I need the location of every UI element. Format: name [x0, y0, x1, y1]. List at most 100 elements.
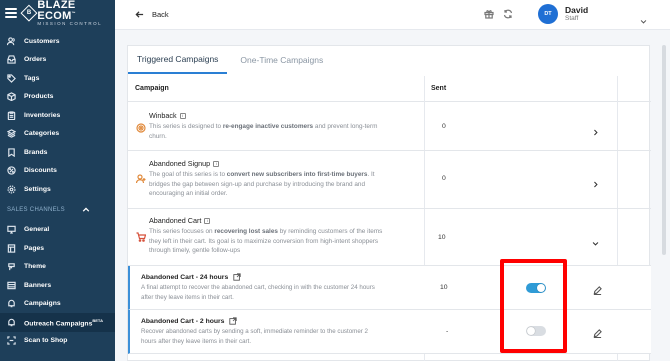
sidebar-item-label: Brands	[24, 148, 48, 156]
gift-icon[interactable]	[484, 9, 494, 19]
palette-icon	[7, 262, 16, 271]
refresh-icon[interactable]	[503, 9, 513, 19]
scan-icon	[7, 336, 16, 345]
sidebar-item-brands[interactable]: Brands	[0, 143, 115, 162]
gear-icon	[7, 185, 16, 194]
bell-icon	[7, 299, 16, 308]
percent-icon	[7, 166, 16, 175]
table-header: Campaign Sent	[128, 76, 651, 102]
sidebar-item-scan-to-shop[interactable]: Scan to Shop	[0, 332, 115, 351]
sidebar-item-inventories[interactable]: Inventories	[0, 106, 115, 125]
sidebar-item-label: Orders	[24, 56, 47, 64]
hamburger-menu-icon[interactable]	[5, 8, 17, 18]
sidebar-item-settings[interactable]: Settings	[0, 180, 115, 199]
table-row-winback[interactable]: Winback i This series is designed to re-e…	[128, 103, 651, 151]
section-title: SALES CHANNELS	[7, 206, 65, 213]
brand-logo[interactable]: B BLAZE ECOM™ MISSION CONTROL	[20, 0, 115, 26]
clipboard-icon	[7, 111, 16, 120]
topbar: Back DT David Staff	[115, 0, 670, 30]
cart-icon	[136, 229, 147, 242]
chevron-down-icon[interactable]	[640, 12, 647, 30]
sidebar-item-outreach-campaigns[interactable]: Outreach CampaignsBETA	[0, 313, 115, 332]
sidebar-item-theme[interactable]: Theme	[0, 258, 115, 277]
tab-triggered-campaigns[interactable]: Triggered Campaigns	[128, 46, 228, 74]
arrow-left-icon	[135, 11, 144, 18]
banner-icon	[7, 281, 16, 290]
bookmark-icon	[7, 148, 16, 157]
brand-subtitle: MISSION CONTROL	[37, 20, 103, 26]
column-header-campaign: Campaign	[135, 85, 169, 92]
page-icon	[7, 244, 16, 253]
sidebar-item-products[interactable]: Products	[0, 88, 115, 107]
sidebar-item-label: Banners	[24, 281, 52, 289]
sent-count: 0	[442, 175, 446, 182]
campaigns-card: Triggered Campaigns One-Time Campaigns C…	[127, 45, 651, 361]
user-role: Staff	[565, 15, 579, 23]
table-row-abandoned-signup[interactable]: Abandoned Signup i The goal of this serie…	[128, 151, 651, 209]
tab-one-time-campaigns[interactable]: One-Time Campaigns	[231, 46, 332, 74]
highlight-box	[500, 259, 567, 353]
sidebar-item-orders[interactable]: Orders	[0, 51, 115, 70]
edit-pencil-icon[interactable]	[593, 282, 602, 300]
signup-user-icon	[135, 171, 146, 184]
layers-icon	[7, 129, 16, 139]
brand-trademark: ™	[71, 10, 76, 16]
external-link-icon[interactable]	[229, 317, 238, 325]
sidebar-item-label: Customers	[24, 37, 60, 45]
sub-row-title: Abandoned Cart - 24 hours	[141, 273, 229, 281]
winback-target-icon	[136, 120, 146, 133]
sidebar-item-pages[interactable]: Pages	[0, 239, 115, 258]
back-button[interactable]: Back	[135, 10, 169, 19]
row-description: This series is designed to re-engage ina…	[149, 123, 378, 140]
row-description: This series focuses on recovering lost s…	[149, 228, 383, 255]
column-header-sent: Sent	[431, 85, 447, 92]
user-menu[interactable]: DT David Staff	[538, 4, 588, 24]
row-title: Abandoned Cart	[149, 216, 202, 225]
sidebar-item-discounts[interactable]: Discounts	[0, 162, 115, 181]
avatar: DT	[538, 4, 558, 24]
sub-row-abandoned-cart-24h[interactable]: Abandoned Cart - 24 hours A final attemp…	[128, 266, 651, 310]
row-description: The goal of this series is to convert ne…	[149, 171, 375, 198]
sidebar-item-label: Tags	[24, 74, 40, 82]
inbox-icon	[7, 55, 16, 64]
main-nav: Customers Orders Tags Products Inventori…	[0, 32, 115, 199]
sidebar-item-label: Theme	[24, 263, 46, 271]
user-name: David	[565, 4, 589, 15]
scrollbar[interactable]	[662, 45, 666, 255]
sidebar-item-campaigns[interactable]: Campaigns	[0, 295, 115, 314]
sent-count: 10	[440, 284, 448, 291]
sidebar-item-categories[interactable]: Categories	[0, 125, 115, 144]
info-icon[interactable]: i	[204, 217, 211, 224]
sub-row-title: Abandoned Cart - 2 hours	[141, 317, 225, 325]
external-link-icon[interactable]	[233, 273, 241, 281]
chevron-down-icon[interactable]	[592, 234, 599, 252]
sidebar-item-banners[interactable]: Banners	[0, 276, 115, 295]
info-icon[interactable]: i	[213, 160, 220, 167]
chevron-right-icon[interactable]	[592, 175, 599, 193]
table-row-abandoned-cart[interactable]: Abandoned Cart i This series focuses on r…	[128, 209, 651, 266]
edit-pencil-icon[interactable]	[593, 325, 602, 343]
chevron-right-icon[interactable]	[592, 123, 599, 141]
sidebar-item-label: Discounts	[24, 167, 57, 175]
back-label: Back	[152, 10, 169, 19]
row-title: Abandoned Signup	[149, 159, 211, 168]
sidebar-item-tags[interactable]: Tags	[0, 69, 115, 88]
logo-bar: B BLAZE ECOM™ MISSION CONTROL	[0, 0, 115, 26]
sidebar-item-customers[interactable]: Customers	[0, 32, 115, 51]
box-icon	[7, 92, 16, 102]
monitor-icon	[7, 225, 16, 234]
channels-nav: General Pages Theme Banners Campaigns Ou…	[0, 221, 115, 351]
sub-row-abandoned-cart-2h[interactable]: Abandoned Cart - 2 hours Recover abandon…	[128, 310, 651, 354]
sidebar-item-general[interactable]: General	[0, 221, 115, 240]
sales-channels-header[interactable]: SALES CHANNELS	[0, 199, 115, 221]
sidebar-item-label: Outreach Campaigns	[24, 319, 93, 327]
chevron-up-icon	[82, 206, 90, 212]
sub-row-description: A final attempt to recover the abandoned…	[141, 284, 375, 301]
campaign-tabs: Triggered Campaigns One-Time Campaigns	[128, 46, 332, 74]
sent-count: 0	[442, 123, 446, 130]
sidebar-item-label: Products	[24, 93, 54, 101]
sub-row-description: Recover abandoned carts by sending a sof…	[141, 328, 368, 345]
info-icon[interactable]: i	[179, 112, 186, 119]
sidebar-item-label: Categories	[24, 130, 60, 138]
sent-count: -	[446, 328, 449, 335]
